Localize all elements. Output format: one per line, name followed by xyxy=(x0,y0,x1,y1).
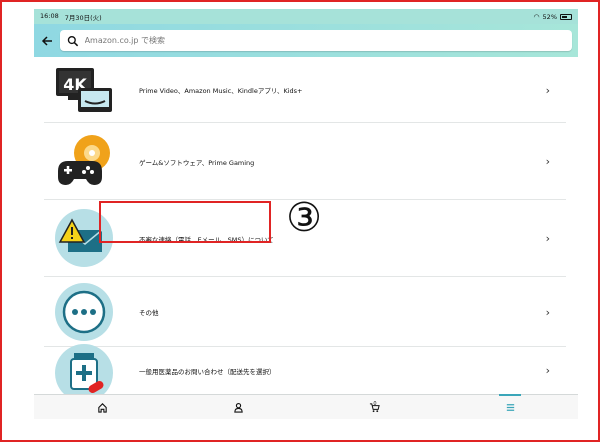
cart-count-badge: 0 xyxy=(373,400,377,407)
status-bar: 16:08 7月30日(火) ◠ 52% xyxy=(34,9,578,24)
more-dots-icon xyxy=(54,282,114,342)
menu-item-medicine[interactable]: 一般用医薬品のお問い合わせ（配送先を選択） › xyxy=(44,344,566,402)
chevron-right-icon: › xyxy=(545,83,550,97)
chevron-right-icon: › xyxy=(545,364,550,377)
chevron-right-icon: › xyxy=(545,305,550,319)
menu-item-prime-video[interactable]: 4K Prime Video、Amazon Music、Kindleアプリ、Ki… xyxy=(44,57,566,123)
battery-percent: 52% xyxy=(542,12,557,21)
wifi-icon: ◠ xyxy=(533,12,540,21)
chevron-right-icon: › xyxy=(545,155,550,168)
annotation-step-marker: ③ xyxy=(286,195,322,241)
menu-item-label: 一般用医薬品のお問い合わせ（配送先を選択） xyxy=(139,367,276,376)
menu-item-label: ゲーム&ソフトウェア、Prime Gaming xyxy=(139,158,255,167)
hamburger-menu-icon xyxy=(506,403,514,411)
tab-home[interactable] xyxy=(34,395,170,419)
chevron-right-icon: › xyxy=(545,232,550,245)
menu-item-label: その他 xyxy=(139,309,159,317)
tab-cart[interactable]: 0 xyxy=(306,395,442,419)
battery-icon xyxy=(560,13,572,20)
menu-item-label: Prime Video、Amazon Music、Kindleアプリ、Kids+ xyxy=(139,87,303,95)
tab-account[interactable] xyxy=(170,395,306,419)
home-icon xyxy=(97,402,107,413)
bottom-tab-bar: 0 xyxy=(34,394,578,419)
status-date: 7月30日(火) xyxy=(64,13,102,22)
menu-item-other[interactable]: その他 › xyxy=(44,277,566,347)
tab-menu[interactable] xyxy=(442,395,578,419)
annotation-highlight-box xyxy=(99,201,271,243)
game-controller-disc-icon xyxy=(54,131,114,191)
search-icon xyxy=(67,35,79,46)
search-input[interactable] xyxy=(84,36,565,45)
back-arrow-icon[interactable] xyxy=(40,34,54,48)
search-box[interactable] xyxy=(60,30,572,51)
tv-4k-icon: 4K xyxy=(54,60,114,120)
status-time: 16:08 xyxy=(40,11,59,20)
menu-item-games[interactable]: ゲーム&ソフトウェア、Prime Gaming › xyxy=(44,123,566,200)
search-header xyxy=(34,24,578,57)
user-icon xyxy=(233,402,243,413)
